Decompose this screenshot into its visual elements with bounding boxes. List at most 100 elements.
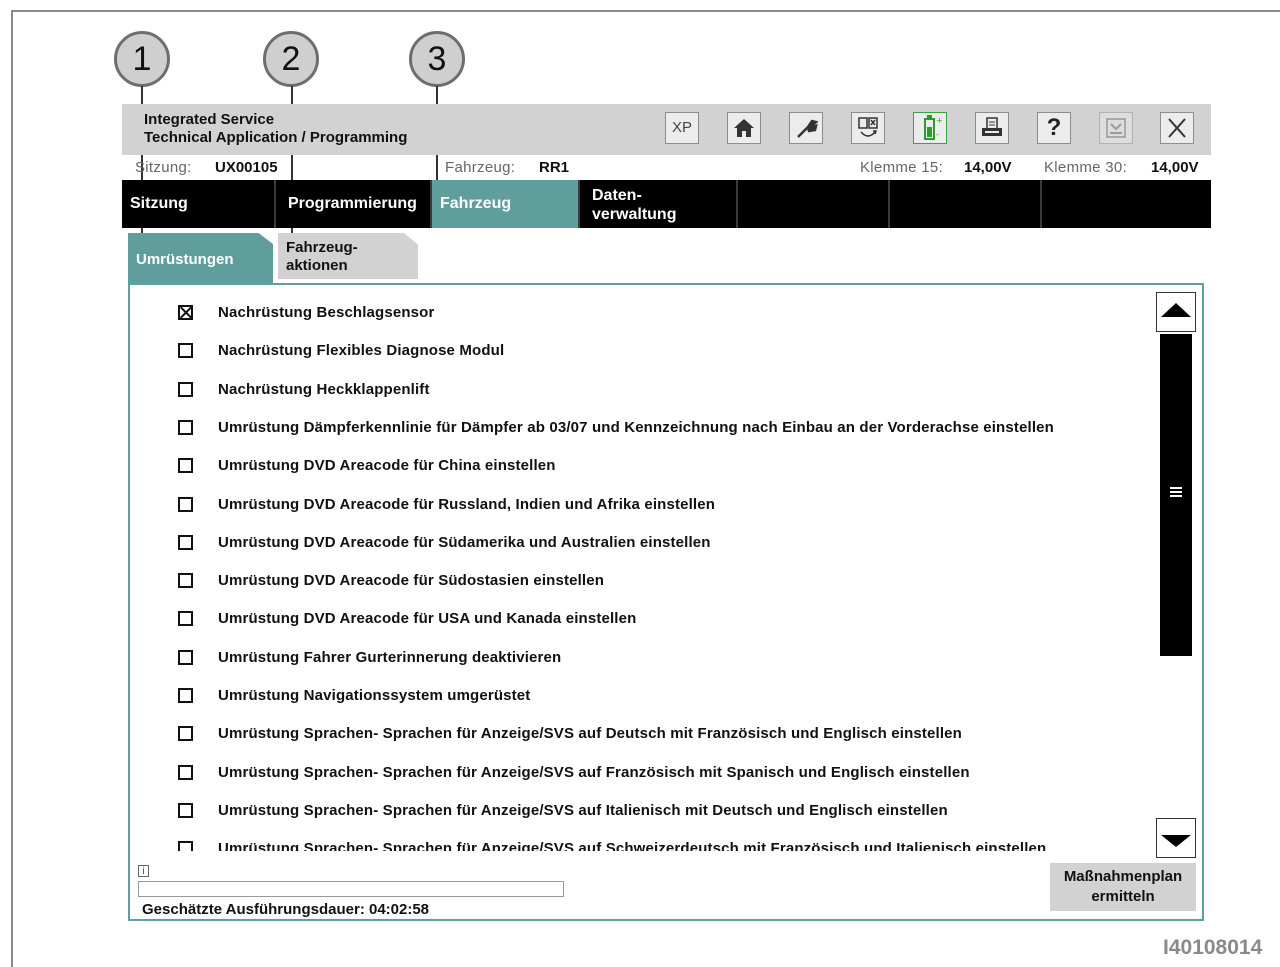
nav-tab-sitzung[interactable]: Sitzung xyxy=(122,180,276,228)
nav-tab-empty-1 xyxy=(738,180,890,228)
item-label: Umrüstung DVD Areacode für Südamerika un… xyxy=(218,533,711,551)
item-label: Nachrüstung Flexibles Diagnose Modul xyxy=(218,342,505,360)
item-checkbox[interactable] xyxy=(178,419,193,435)
list-item[interactable]: Umrüstung DVD Areacode für Russland, Ind… xyxy=(130,496,1150,536)
info-icon[interactable]: i xyxy=(138,865,149,877)
item-label: Umrüstung Sprachen- Sprachen für Anzeige… xyxy=(218,840,1047,851)
plan-button-line1: Maßnahmenplan xyxy=(1063,868,1183,885)
item-label: Umrüstung Fahrer Gurterinnerung deaktivi… xyxy=(218,648,562,666)
nav-tab-empty-2 xyxy=(890,180,1042,228)
xp-button[interactable]: XP xyxy=(665,112,699,144)
item-label: Umrüstung Sprachen- Sprachen für Anzeige… xyxy=(218,725,962,743)
list-item[interactable]: Umrüstung Sprachen- Sprachen für Anzeige… xyxy=(130,725,1150,765)
arrow-down-icon xyxy=(1161,835,1191,847)
help-button[interactable]: ? xyxy=(1037,112,1071,144)
item-label: Umrüstung DVD Areacode für Südostasien e… xyxy=(218,572,605,590)
item-checkbox[interactable] xyxy=(178,305,193,320)
list-item[interactable]: Umrüstung DVD Areacode für USA und Kanad… xyxy=(130,610,1150,650)
home-button[interactable] xyxy=(727,112,761,144)
list-item[interactable]: Umrüstung Fahrer Gurterinnerung deaktivi… xyxy=(130,648,1150,689)
item-checkbox[interactable] xyxy=(178,496,193,512)
item-label: Umrüstung DVD Areacode für USA und Kanad… xyxy=(218,610,637,628)
item-checkbox[interactable] xyxy=(178,343,193,359)
list-item[interactable]: Nachrüstung Beschlagsensor xyxy=(130,304,1150,344)
item-checkbox[interactable] xyxy=(178,649,193,665)
list-item[interactable]: Nachrüstung Flexibles Diagnose Modul xyxy=(130,342,1150,382)
plan-button-line2: ermitteln xyxy=(1091,888,1155,905)
title-bar: Integrated Service Technical Application… xyxy=(122,104,1211,155)
item-checkbox[interactable] xyxy=(178,458,193,474)
vehicle-label: Fahrzeug: xyxy=(445,159,516,176)
download-button[interactable] xyxy=(1099,112,1133,144)
print-button[interactable] xyxy=(975,112,1009,144)
item-label: Umrüstung Navigationssystem umgerüstet xyxy=(218,687,531,704)
estimated-duration: Geschätzte Ausführungsdauer: 04:02:58 xyxy=(142,901,430,918)
list-item[interactable]: Umrüstung DVD Areacode für China einstel… xyxy=(130,457,1150,497)
arrow-up-icon xyxy=(1161,303,1191,317)
progress-bar xyxy=(138,881,564,897)
list-item[interactable]: Umrüstung DVD Areacode für Südostasien e… xyxy=(130,572,1150,612)
nav-tab-empty-3 xyxy=(1042,180,1211,228)
session-info-row: Sitzung: UX00105 Fahrzeug: RR1 Klemme 15… xyxy=(122,157,1211,179)
xp-icon: XP xyxy=(671,119,692,136)
close-button[interactable] xyxy=(1160,112,1194,144)
item-checkbox[interactable] xyxy=(178,726,193,742)
home-icon xyxy=(734,119,754,137)
item-checkbox[interactable] xyxy=(178,611,193,627)
nav-tab-programmierung[interactable]: Programmierung xyxy=(280,180,432,228)
item-checkbox[interactable] xyxy=(178,688,193,703)
list-item[interactable]: Umrüstung DVD Areacode für Südamerika un… xyxy=(130,533,1150,574)
printer-icon xyxy=(982,117,1002,136)
main-nav: Sitzung Programmierung Fahrzeug Daten- v… xyxy=(122,180,1211,228)
retrofit-list: Nachrüstung Beschlagsensor Nachrüstung Fl… xyxy=(130,285,1150,851)
nav-tab-datenverwaltung[interactable]: Daten- verwaltung xyxy=(584,180,738,228)
callout-3: 3 xyxy=(409,31,465,87)
list-item[interactable]: Umrüstung Sprachen- Sprachen für Anzeige… xyxy=(130,764,1150,804)
item-checkbox[interactable] xyxy=(178,841,193,851)
scroll-thumb[interactable] xyxy=(1160,334,1192,656)
list-item[interactable]: Nachrüstung Heckklappenlift xyxy=(130,381,1150,421)
nav-tab-label-line2: verwaltung xyxy=(592,206,677,223)
item-checkbox[interactable] xyxy=(178,381,193,397)
help-icon: ? xyxy=(1046,114,1062,141)
item-checkbox[interactable] xyxy=(178,573,193,589)
app-title: Integrated Service Technical Application… xyxy=(144,111,407,147)
nav-tab-label: Programmierung xyxy=(288,195,417,212)
retrofit-panel: Nachrüstung Beschlagsensor Nachrüstung Fl… xyxy=(128,283,1204,921)
nav-tab-label: Fahrzeug xyxy=(440,195,512,212)
grip-icon xyxy=(1170,487,1182,499)
app-title-line1: Integrated Service xyxy=(144,111,275,128)
item-checkbox[interactable] xyxy=(178,802,193,818)
callout-1: 1 xyxy=(114,31,170,87)
item-label: Umrüstung Sprachen- Sprachen für Anzeige… xyxy=(218,801,948,819)
nav-tab-label-line1: Daten- xyxy=(592,187,642,204)
terminal15-label: Klemme 15: xyxy=(860,159,944,176)
data-transfer-button[interactable] xyxy=(851,112,885,144)
svg-text:+: + xyxy=(936,116,943,125)
list-item[interactable]: Umrüstung Sprachen- Sprachen für Anzeige… xyxy=(130,840,1150,851)
figure-id: I40108014 xyxy=(1163,936,1263,959)
item-label: Umrüstung Dämpferkennlinie für Dämpfer a… xyxy=(218,418,1054,436)
scroll-up-button[interactable] xyxy=(1156,292,1196,332)
subtab-label-line1: Fahrzeug- xyxy=(286,239,358,256)
battery-button[interactable]: + - xyxy=(913,112,947,144)
subtab-label-line2: aktionen xyxy=(286,257,348,274)
subtab-umruestungen[interactable]: Umrüstungen xyxy=(128,233,273,283)
service-button[interactable] xyxy=(789,112,823,144)
session-value: UX00105 xyxy=(215,159,278,176)
subtab-fahrzeugaktionen[interactable]: Fahrzeug- aktionen xyxy=(278,233,418,279)
scrollbar[interactable] xyxy=(1156,292,1196,858)
battery-icon: + - xyxy=(924,115,943,140)
app-title-line2: Technical Application / Programming xyxy=(144,129,408,146)
download-icon xyxy=(1106,118,1126,138)
scroll-down-button[interactable] xyxy=(1156,818,1196,858)
item-checkbox[interactable] xyxy=(178,534,193,550)
list-item[interactable]: Umrüstung Navigationssystem umgerüstet xyxy=(130,687,1150,727)
list-item[interactable]: Umrüstung Dämpferkennlinie für Dämpfer a… xyxy=(130,418,1150,459)
item-checkbox[interactable] xyxy=(178,764,193,780)
item-label: Umrüstung DVD Areacode für China einstel… xyxy=(218,457,556,475)
determine-plan-button[interactable]: Maßnahmenplan ermitteln xyxy=(1050,863,1196,911)
list-item[interactable]: Umrüstung Sprachen- Sprachen für Anzeige… xyxy=(130,801,1150,842)
nav-tab-fahrzeug[interactable]: Fahrzeug xyxy=(432,180,580,228)
data-transfer-icon xyxy=(858,117,878,137)
